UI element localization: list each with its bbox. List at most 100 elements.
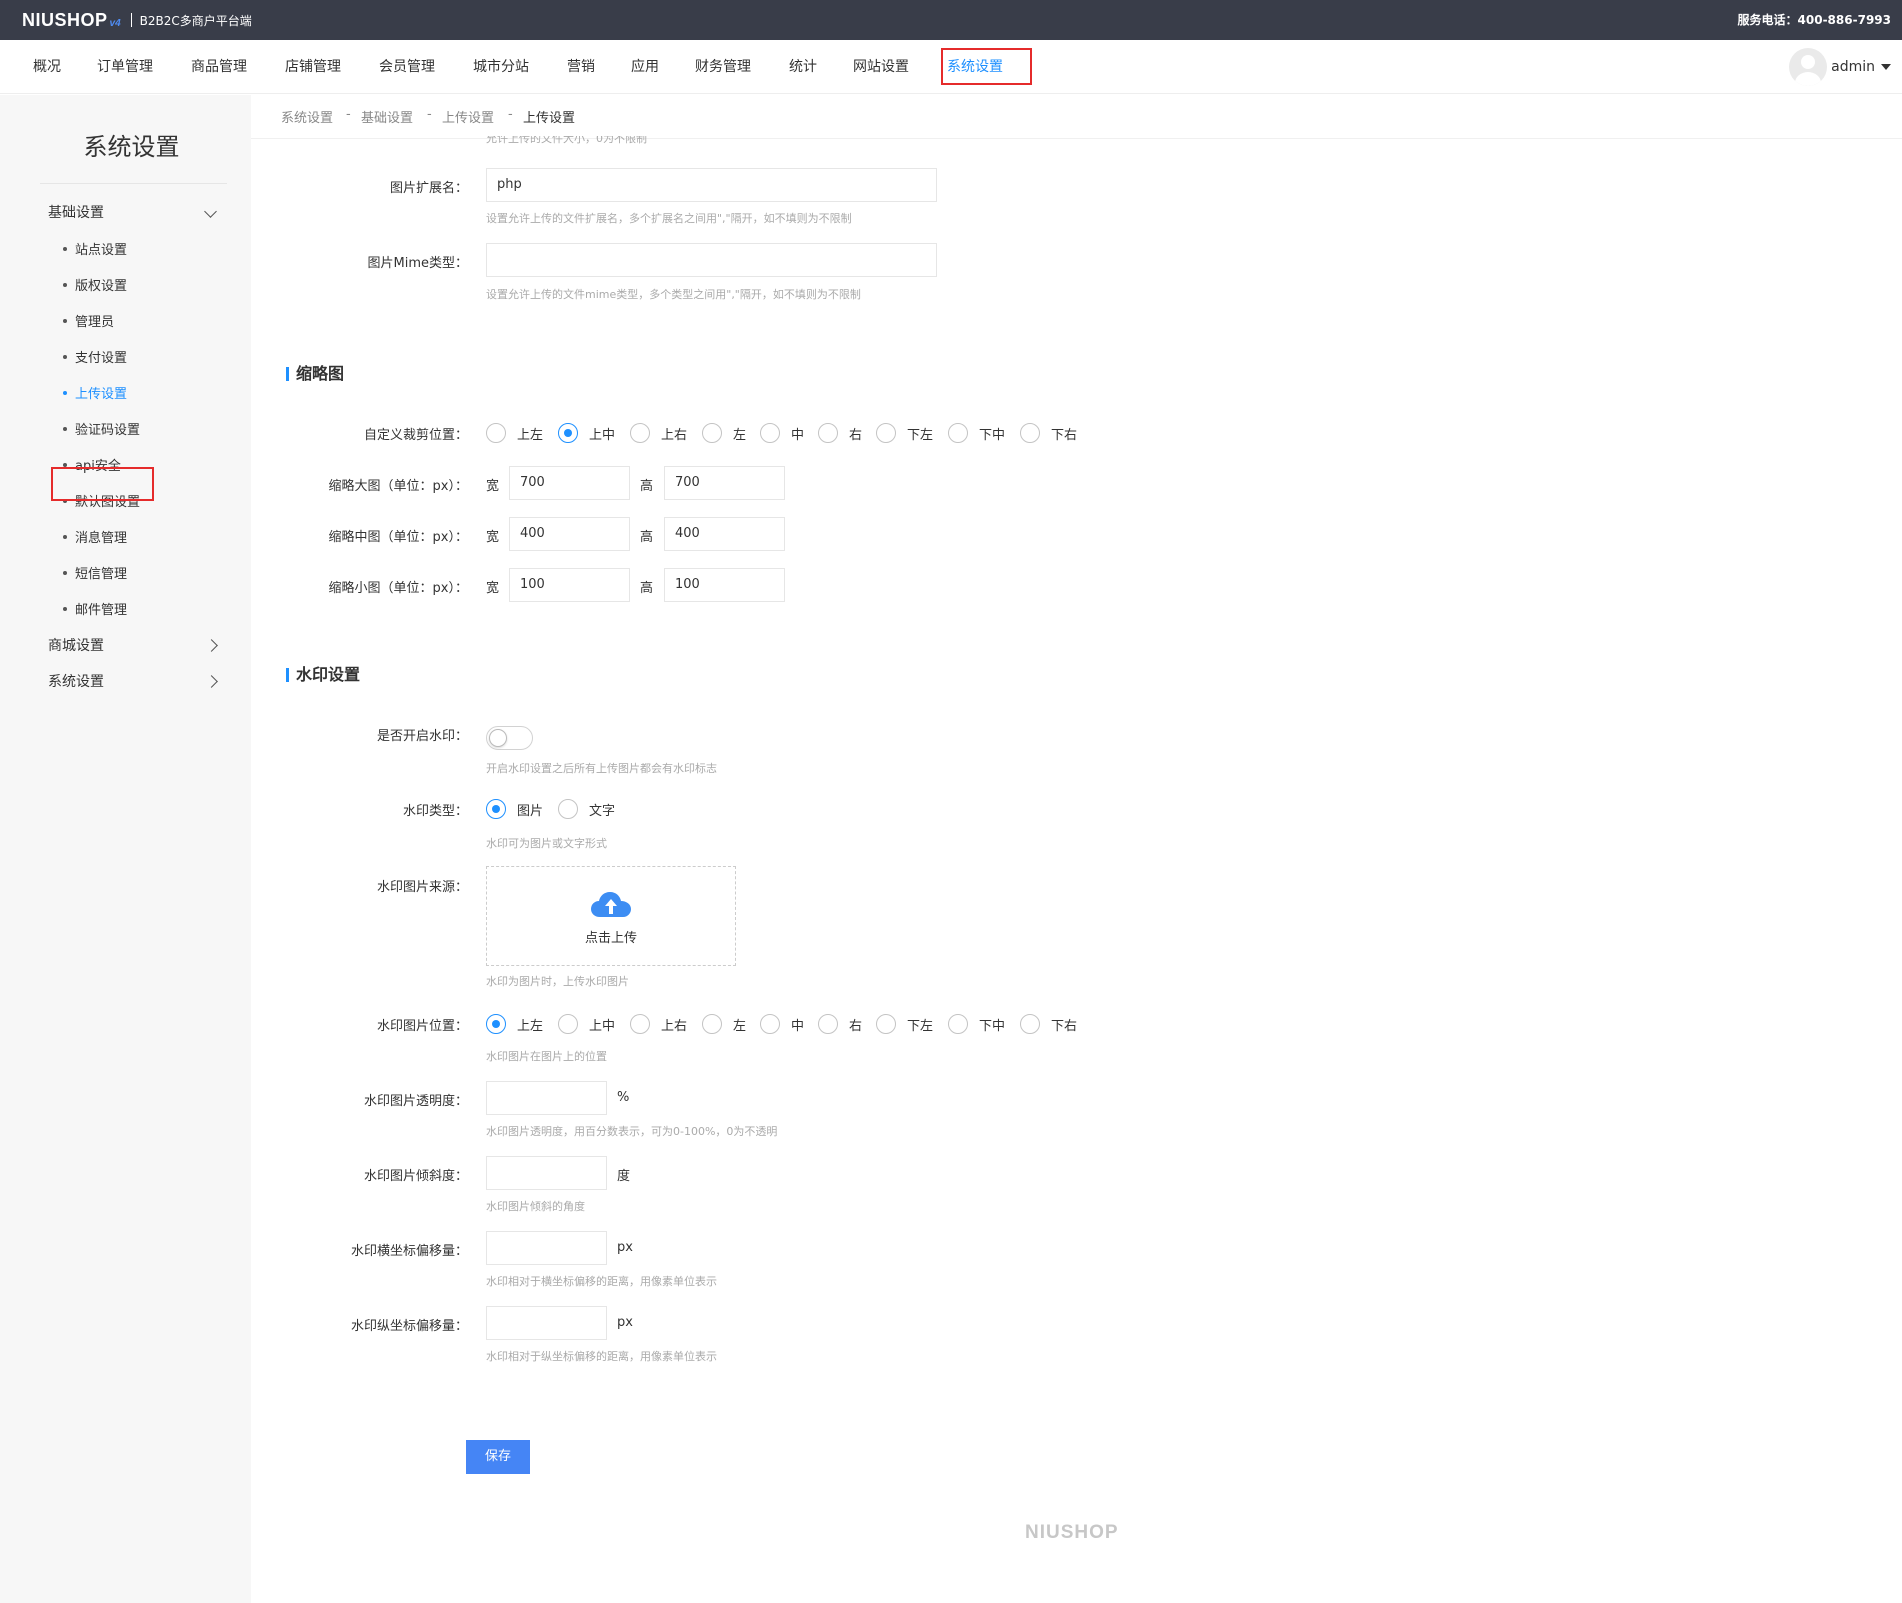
breadcrumb-separator: - xyxy=(427,107,432,122)
chevron-right-icon[interactable] xyxy=(205,639,218,652)
crop-radio-center[interactable]: 中 xyxy=(760,422,804,444)
section-bar xyxy=(286,366,289,381)
breadcrumb-system[interactable]: 系统设置 xyxy=(281,107,333,126)
sidebar-item-messages[interactable]: 消息管理 xyxy=(63,527,127,546)
watermark-opacity-hint: 水印图片透明度，用百分数表示，可为0-100%，0为不透明 xyxy=(486,1125,778,1138)
version-badge: v4 xyxy=(109,17,121,29)
watermark-offset-y-input[interactable] xyxy=(486,1306,607,1340)
bullet-icon xyxy=(63,534,67,539)
main-nav: 概况 订单管理 商品管理 店铺管理 会员管理 城市分站 营销 应用 财务管理 统… xyxy=(0,40,1902,94)
chevron-down-icon[interactable] xyxy=(204,205,217,218)
thumb-big-width-input[interactable]: 700 xyxy=(509,466,630,500)
px-unit: px xyxy=(617,1240,633,1255)
watermark-section-title: 水印设置 xyxy=(286,666,360,684)
wm-pos-radio-bottom-center[interactable]: 下中 xyxy=(948,1013,1005,1035)
sidebar-item-admin[interactable]: 管理员 xyxy=(63,311,114,330)
nav-finance[interactable]: 财务管理 xyxy=(695,40,751,94)
breadcrumb: 系统设置 - 基础设置 - 上传设置 - 上传设置 xyxy=(251,95,1902,139)
height-label: 高 xyxy=(640,530,654,545)
chevron-right-icon[interactable] xyxy=(205,675,218,688)
sidebar-item-captcha[interactable]: 验证码设置 xyxy=(63,419,140,438)
nav-orders[interactable]: 订单管理 xyxy=(97,40,153,94)
thumbnail-section-title: 缩略图 xyxy=(286,365,344,383)
radio-icon xyxy=(948,423,968,443)
crop-radio-right[interactable]: 右 xyxy=(818,422,862,444)
crop-radio-top-left[interactable]: 上左 xyxy=(486,422,543,444)
bullet-icon xyxy=(63,318,67,323)
watermark-type-text-radio[interactable]: 文字 xyxy=(558,798,615,820)
watermark-source-hint: 水印为图片时，上传水印图片 xyxy=(486,975,629,988)
bullet-icon xyxy=(63,426,67,431)
crop-position-label: 自定义裁剪位置： xyxy=(363,428,468,443)
radio-icon xyxy=(630,1014,650,1034)
thumb-mid-height-input[interactable]: 400 xyxy=(664,517,785,551)
wm-pos-radio-center[interactable]: 中 xyxy=(760,1013,804,1035)
breadcrumb-upload[interactable]: 上传设置 xyxy=(442,107,494,126)
sidebar-group-mall[interactable]: 商城设置 xyxy=(48,635,104,655)
section-bar xyxy=(286,667,289,682)
radio-icon xyxy=(486,423,506,443)
breadcrumb-separator: - xyxy=(346,107,351,122)
breadcrumb-separator: - xyxy=(508,107,513,122)
image-mime-label: 图片Mime类型： xyxy=(367,256,469,271)
crop-radio-left[interactable]: 左 xyxy=(702,422,746,444)
crop-radio-bottom-left[interactable]: 下左 xyxy=(876,422,933,444)
sidebar-group-system[interactable]: 系统设置 xyxy=(48,671,104,691)
radio-checked-icon xyxy=(486,799,506,819)
width-label: 宽 xyxy=(486,479,500,494)
sidebar-item-email[interactable]: 邮件管理 xyxy=(63,599,127,618)
image-ext-hint: 设置允许上传的文件扩展名，多个扩展名之间用","隔开，如不填则为不限制 xyxy=(486,212,852,225)
user-menu[interactable]: admin xyxy=(1789,40,1891,94)
brand[interactable]: NIUSHOP v4 B2B2C多商户平台端 xyxy=(22,0,252,40)
bullet-icon xyxy=(63,390,67,395)
breadcrumb-current: 上传设置 xyxy=(523,111,576,126)
nav-marketing[interactable]: 营销 xyxy=(567,40,595,94)
watermark-upload-box[interactable]: 点击上传 xyxy=(486,866,736,966)
nav-city-sites[interactable]: 城市分站 xyxy=(473,40,529,94)
image-mime-input[interactable] xyxy=(486,243,937,277)
nav-apps[interactable]: 应用 xyxy=(631,40,659,94)
watermark-source-label: 水印图片来源： xyxy=(376,880,468,895)
save-button[interactable]: 保存 xyxy=(466,1440,530,1474)
nav-overview[interactable]: 概况 xyxy=(33,40,61,94)
sidebar-item-payment[interactable]: 支付设置 xyxy=(63,347,127,366)
service-hotline: 服务电话：400-886-7993 xyxy=(1737,13,1891,27)
thumb-small-height-input[interactable]: 100 xyxy=(664,568,785,602)
watermark-opacity-input[interactable] xyxy=(486,1081,607,1115)
watermark-tilt-input[interactable] xyxy=(486,1156,607,1190)
wm-pos-radio-left[interactable]: 左 xyxy=(702,1013,746,1035)
nav-shops[interactable]: 店铺管理 xyxy=(285,40,341,94)
sidebar-item-sms[interactable]: 短信管理 xyxy=(63,563,127,582)
watermark-type-image-radio[interactable]: 图片 xyxy=(486,798,543,820)
crop-radio-bottom-center[interactable]: 下中 xyxy=(948,422,1005,444)
wm-pos-radio-right[interactable]: 右 xyxy=(818,1013,862,1035)
thumb-mid-width-input[interactable]: 400 xyxy=(509,517,630,551)
nav-goods[interactable]: 商品管理 xyxy=(191,40,247,94)
watermark-type-hint: 水印可为图片或文字形式 xyxy=(486,837,607,850)
thumb-big-height-input[interactable]: 700 xyxy=(664,466,785,500)
crop-radio-bottom-right[interactable]: 下右 xyxy=(1020,422,1077,444)
crop-radio-top-center[interactable]: 上中 xyxy=(558,422,615,444)
nav-members[interactable]: 会员管理 xyxy=(379,40,435,94)
nav-statistics[interactable]: 统计 xyxy=(789,40,817,94)
sidebar-group-basic[interactable]: 基础设置 xyxy=(48,202,104,222)
sidebar-item-copyright[interactable]: 版权设置 xyxy=(63,275,127,294)
sidebar-item-site[interactable]: 站点设置 xyxy=(63,239,127,258)
switch-knob xyxy=(489,729,507,747)
bullet-icon xyxy=(63,354,67,359)
radio-icon xyxy=(876,1014,896,1034)
watermark-offset-y-label: 水印纵坐标偏移量： xyxy=(350,1319,468,1334)
wm-pos-radio-top-center[interactable]: 上中 xyxy=(558,1013,615,1035)
wm-pos-radio-top-right[interactable]: 上右 xyxy=(630,1013,687,1035)
crop-radio-top-right[interactable]: 上右 xyxy=(630,422,687,444)
watermark-enable-switch[interactable] xyxy=(486,726,533,750)
wm-pos-radio-bottom-right[interactable]: 下右 xyxy=(1020,1013,1077,1035)
wm-pos-radio-top-left[interactable]: 上左 xyxy=(486,1013,543,1035)
watermark-offset-x-input[interactable] xyxy=(486,1231,607,1265)
nav-website-settings[interactable]: 网站设置 xyxy=(853,40,909,94)
wm-pos-radio-bottom-left[interactable]: 下左 xyxy=(876,1013,933,1035)
sidebar-item-upload[interactable]: 上传设置 xyxy=(63,383,127,402)
breadcrumb-basic[interactable]: 基础设置 xyxy=(361,107,413,126)
image-ext-input[interactable]: php xyxy=(486,168,937,202)
thumb-small-width-input[interactable]: 100 xyxy=(509,568,630,602)
